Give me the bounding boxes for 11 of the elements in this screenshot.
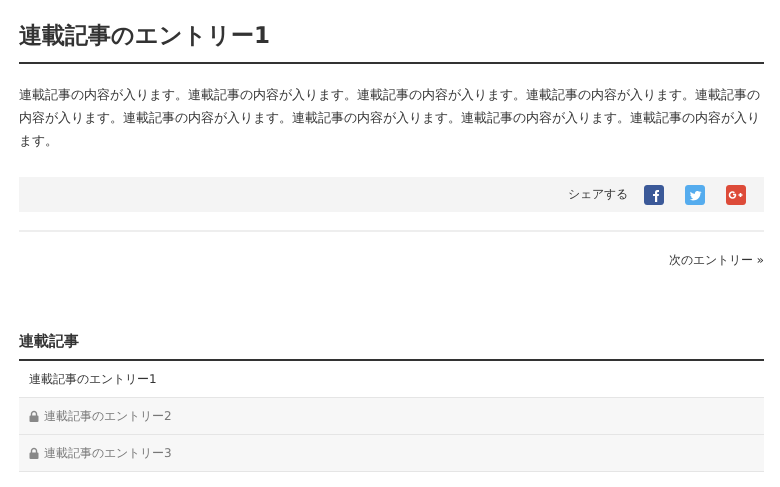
- facebook-icon[interactable]: [644, 184, 664, 204]
- lock-icon: [29, 410, 39, 422]
- google-plus-icon[interactable]: [726, 184, 746, 204]
- article-body: 連載記事の内容が入ります。連載記事の内容が入ります。連載記事の内容が入ります。連載記事の内容が入ります。連載記事の内容が入ります。連載記事の内容が入ります。連載記事の内容が入ります。連載記事の内容が入ります。連載記事の内容が入ります。: [19, 87, 761, 151]
- lock-icon: [29, 447, 39, 459]
- next-entry-link[interactable]: 次のエントリー »: [668, 252, 764, 269]
- article-title: 連載記事のエントリー1: [19, 16, 764, 64]
- twitter-icon[interactable]: [685, 184, 705, 204]
- series-entry[interactable]: 連載記事のエントリー3: [19, 435, 764, 472]
- share-label: シェアする: [568, 186, 628, 203]
- series-entry[interactable]: 連載記事のエントリー2: [19, 398, 764, 435]
